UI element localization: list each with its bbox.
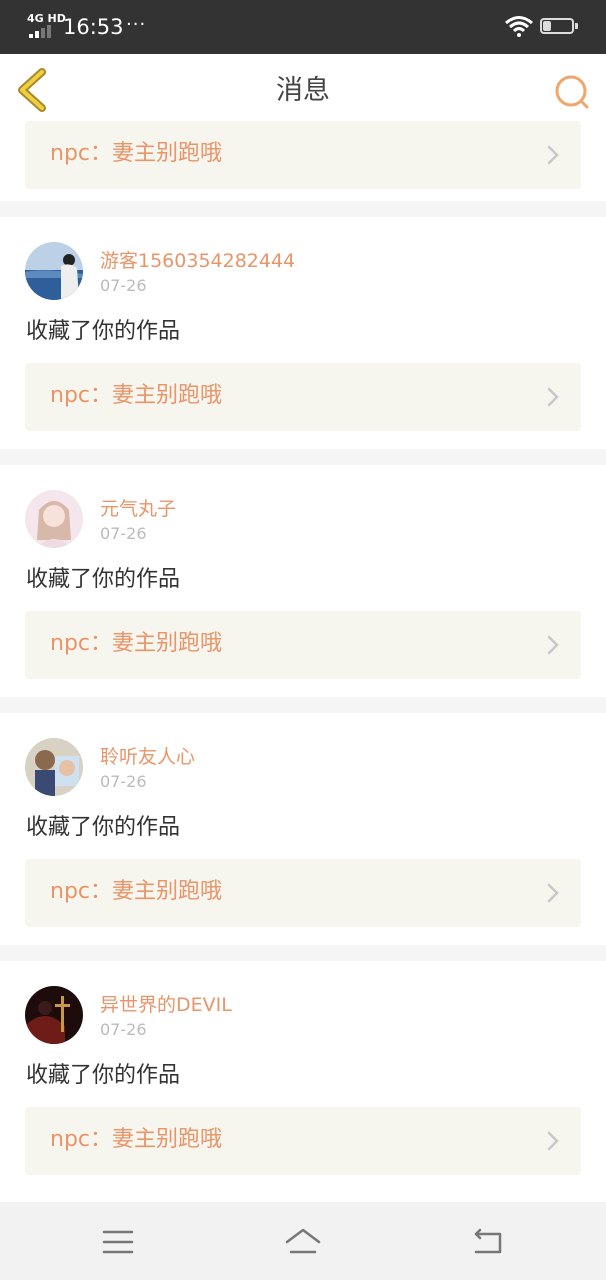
avatar[interactable]	[25, 986, 83, 1044]
message-date: 07-26	[100, 524, 147, 543]
battery-icon: 26	[540, 18, 574, 34]
list-item: npc：妻主别跑哦	[0, 121, 606, 201]
return-icon[interactable]	[468, 1222, 508, 1262]
page-title: 消息	[276, 75, 330, 106]
username[interactable]: 游客1560354282444	[100, 249, 295, 273]
list-item: 异世界的DEVIL 07-26 收藏了你的作品 npc：妻主别跑哦	[0, 961, 606, 1193]
avatar[interactable]	[25, 490, 83, 548]
message-list: npc：妻主别跑哦 游客1560354282444 07-26 收藏了你的作品 …	[0, 121, 606, 1193]
avatar[interactable]	[25, 738, 83, 796]
battery-tip	[575, 23, 578, 29]
wifi-icon	[505, 16, 533, 37]
work-card[interactable]: npc：妻主别跑哦	[25, 859, 581, 927]
message-action: 收藏了你的作品	[26, 815, 181, 840]
work-card[interactable]: npc：妻主别跑哦	[25, 1107, 581, 1175]
notification-dots: ···	[126, 14, 147, 35]
battery-level: 26	[550, 19, 564, 32]
list-item: 元气丸子 07-26 收藏了你的作品 npc：妻主别跑哦	[0, 465, 606, 697]
message-header: 聆听友人心 07-26	[0, 713, 606, 813]
work-title: npc：妻主别跑哦	[50, 1127, 223, 1152]
status-bar: 4G HD 16:53 ··· 26	[0, 0, 606, 54]
menu-icon[interactable]	[98, 1222, 138, 1262]
divider	[0, 697, 606, 713]
list-item: 聆听友人心 07-26 收藏了你的作品 npc：妻主别跑哦	[0, 713, 606, 945]
app-header: 消息	[0, 54, 606, 127]
message-header: 元气丸子 07-26	[0, 465, 606, 565]
work-title: npc：妻主别跑哦	[50, 383, 223, 408]
work-card[interactable]: npc：妻主别跑哦	[25, 363, 581, 431]
message-header: 异世界的DEVIL 07-26	[0, 961, 606, 1061]
work-card[interactable]: npc：妻主别跑哦	[25, 121, 581, 189]
avatar[interactable]	[25, 242, 83, 300]
work-title: npc：妻主别跑哦	[50, 879, 223, 904]
signal-icon	[29, 25, 51, 38]
username[interactable]: 聆听友人心	[100, 745, 195, 769]
message-action: 收藏了你的作品	[26, 1063, 181, 1088]
chevron-right-icon	[547, 145, 559, 165]
divider	[0, 449, 606, 465]
message-header: 游客1560354282444 07-26	[0, 217, 606, 317]
chevron-right-icon	[547, 1131, 559, 1151]
username[interactable]: 元气丸子	[100, 497, 176, 521]
divider	[0, 945, 606, 961]
work-title: npc：妻主别跑哦	[50, 141, 223, 166]
system-nav-bar	[0, 1202, 606, 1280]
work-title: npc：妻主别跑哦	[50, 631, 223, 656]
chevron-right-icon	[547, 883, 559, 903]
message-date: 07-26	[100, 1020, 147, 1039]
message-action: 收藏了你的作品	[26, 319, 181, 344]
search-icon[interactable]	[552, 72, 592, 112]
list-item: 游客1560354282444 07-26 收藏了你的作品 npc：妻主别跑哦	[0, 217, 606, 449]
message-action: 收藏了你的作品	[26, 567, 181, 592]
chevron-right-icon	[547, 635, 559, 655]
message-date: 07-26	[100, 276, 147, 295]
work-card[interactable]: npc：妻主别跑哦	[25, 611, 581, 679]
status-time: 16:53	[63, 15, 124, 39]
divider	[0, 201, 606, 217]
chevron-right-icon	[547, 387, 559, 407]
message-date: 07-26	[100, 772, 147, 791]
username[interactable]: 异世界的DEVIL	[100, 993, 232, 1017]
home-icon[interactable]	[283, 1222, 323, 1262]
